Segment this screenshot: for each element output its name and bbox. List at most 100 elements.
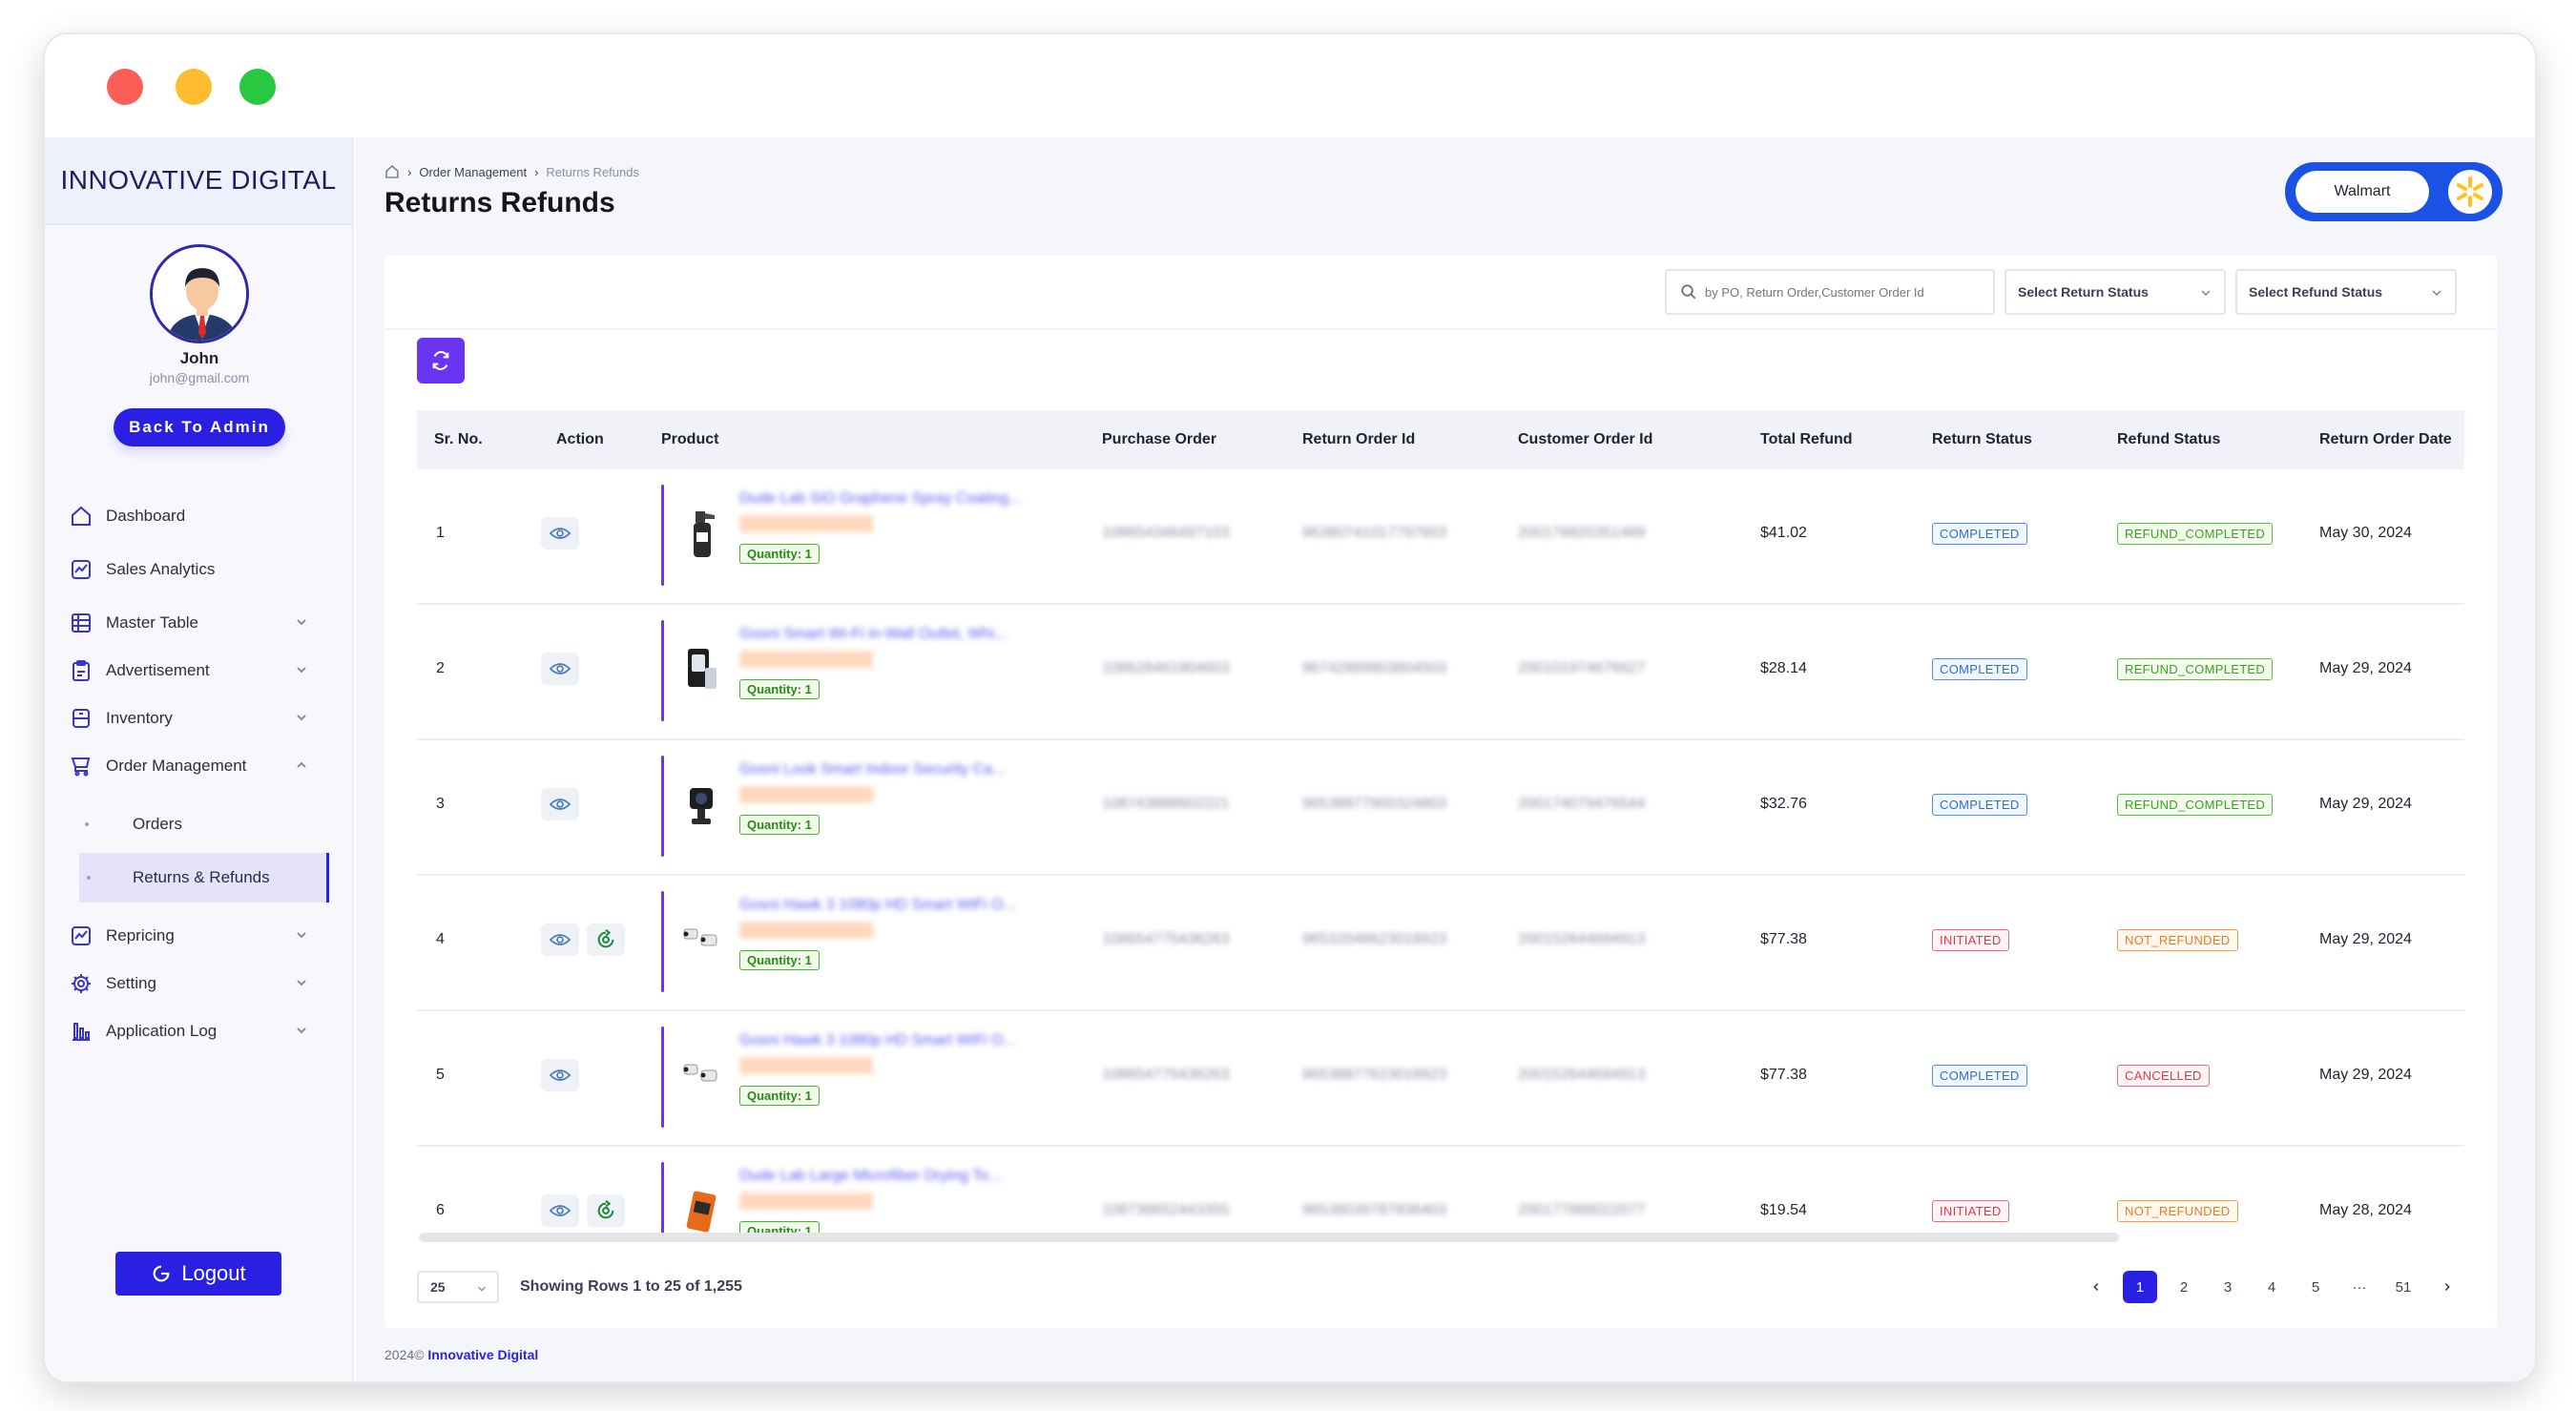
- eye-icon: [550, 797, 571, 812]
- app-window: INNOVATIVE DIGITAL John john@gmail.com B…: [45, 34, 2535, 1381]
- view-button[interactable]: [541, 653, 579, 685]
- return-status-select[interactable]: Select Return Status: [2005, 269, 2226, 315]
- sidebar-item-sales-analytics[interactable]: Sales Analytics: [45, 546, 354, 593]
- search-field[interactable]: [1665, 269, 1995, 315]
- column-header[interactable]: Total Refund: [1760, 431, 1853, 448]
- avatar: [150, 244, 249, 343]
- cell-return-order-date: May 29, 2024: [2319, 931, 2412, 947]
- page-button[interactable]: 4: [2254, 1271, 2289, 1303]
- cell-sr-no: 3: [436, 796, 445, 812]
- page-button[interactable]: 3: [2211, 1271, 2245, 1303]
- cell-return-order-date: May 29, 2024: [2319, 660, 2412, 676]
- walmart-spark-icon: [2448, 170, 2492, 214]
- product-title[interactable]: Gosni Hawk 3 1080p HD Smart WiFi O...: [739, 1032, 1016, 1049]
- product-accent-bar: [661, 620, 664, 721]
- sidebar-item-dashboard[interactable]: Dashboard: [45, 492, 354, 540]
- column-header[interactable]: Return Order Id: [1302, 431, 1415, 448]
- table-row: 1 Dude Lab SiO Graphene Spray Coating... Q…: [417, 469, 2464, 605]
- copyright-company[interactable]: Innovative Digital: [427, 1347, 538, 1362]
- product-title[interactable]: Gosni Hawk 3 1080p HD Smart WiFi O...: [739, 897, 1016, 914]
- table-row: 4 Gosni Hawk 3 1080p HD Smart WiFi O... Qu…: [417, 876, 2464, 1011]
- sidebar-item-application-log[interactable]: Application Log: [45, 1007, 354, 1055]
- minimize-window-button[interactable]: [176, 69, 212, 105]
- sidebar-item-label: Repricing: [106, 926, 175, 944]
- page-button[interactable]: 51: [2386, 1271, 2420, 1303]
- refresh-button[interactable]: [417, 338, 465, 384]
- product-title[interactable]: Gosni Smart Wi-Fi in-Wall Outlet, Whi...: [739, 626, 1007, 643]
- box-icon: [68, 705, 94, 732]
- return-status-badge: COMPLETED: [1932, 794, 2027, 816]
- prev-page-button[interactable]: [2079, 1271, 2113, 1303]
- page-title: Returns Refunds: [384, 187, 615, 218]
- sidebar-subitem-returns-refunds[interactable]: Returns & Refunds: [79, 853, 329, 903]
- view-button[interactable]: [541, 1194, 579, 1227]
- refund-status-badge: REFUND_COMPLETED: [2117, 794, 2274, 816]
- next-page-button[interactable]: [2430, 1271, 2464, 1303]
- back-to-admin-button[interactable]: Back To Admin: [114, 408, 285, 446]
- view-button[interactable]: [541, 517, 579, 550]
- sidebar-subitem-orders[interactable]: Orders: [45, 799, 354, 849]
- process-refund-button[interactable]: [587, 923, 625, 956]
- page-button[interactable]: 2: [2167, 1271, 2201, 1303]
- product-title[interactable]: Dude Lab SiO Graphene Spray Coating...: [739, 490, 1021, 508]
- sidebar-item-repricing[interactable]: Repricing: [45, 912, 354, 960]
- rows-per-page-select[interactable]: 25: [417, 1271, 499, 1303]
- horizontal-scrollbar[interactable]: [419, 1233, 2119, 1242]
- sidebar-item-setting[interactable]: Setting: [45, 960, 354, 1007]
- column-header[interactable]: Action: [556, 431, 604, 448]
- column-header[interactable]: Customer Order Id: [1518, 431, 1652, 448]
- column-header[interactable]: Return Order Date: [2319, 431, 2452, 448]
- divider: [384, 328, 2497, 330]
- column-header[interactable]: Return Status: [1932, 431, 2032, 448]
- column-header[interactable]: Refund Status: [2117, 431, 2220, 448]
- view-button[interactable]: [541, 1059, 579, 1091]
- breadcrumb-item[interactable]: Order Management: [419, 165, 527, 179]
- cell-purchase-order: 108743888602221: [1102, 796, 1230, 812]
- view-button[interactable]: [541, 923, 579, 956]
- search-input[interactable]: [1705, 284, 1972, 300]
- copyright: 2024© Innovative Digital: [384, 1347, 538, 1362]
- page-button[interactable]: 5: [2298, 1271, 2333, 1303]
- close-window-button[interactable]: [107, 69, 143, 105]
- product-title[interactable]: Gosni Look Smart Indoor Security Ca...: [739, 761, 1005, 778]
- column-header[interactable]: Sr. No.: [434, 431, 483, 448]
- logo-area: INNOVATIVE DIGITAL: [45, 137, 352, 225]
- search-icon: [1681, 284, 1696, 300]
- chevron-down-icon: [297, 1027, 306, 1034]
- eye-icon: [550, 1068, 571, 1083]
- cell-purchase-order: 108738652443355: [1102, 1202, 1230, 1218]
- breadcrumb: › Order Management › Returns Refunds: [384, 164, 639, 179]
- cell-customer-order-id: 200152644694913: [1518, 1067, 1646, 1083]
- sidebar-item-label: Application Log: [106, 1022, 218, 1040]
- page-button[interactable]: 1: [2123, 1271, 2157, 1303]
- cart-icon: [68, 753, 94, 779]
- home-icon: [68, 503, 94, 529]
- quantity-badge: Quantity: 1: [739, 950, 820, 970]
- clipboard-icon: [68, 657, 94, 684]
- product-accent-bar: [661, 1162, 664, 1236]
- column-header[interactable]: Purchase Order: [1102, 431, 1216, 448]
- cell-sr-no: 1: [436, 525, 445, 541]
- copyright-year: 2024©: [384, 1347, 425, 1362]
- sidebar-item-order-management[interactable]: Order Management: [45, 742, 354, 790]
- refresh-circle-icon: [595, 1200, 616, 1221]
- store-selector[interactable]: Walmart: [2285, 162, 2503, 221]
- home-icon[interactable]: [384, 164, 400, 179]
- return-status-badge: COMPLETED: [1932, 658, 2027, 680]
- refund-status-select[interactable]: Select Refund Status: [2235, 269, 2457, 315]
- maximize-window-button[interactable]: [239, 69, 276, 105]
- sidebar-item-master-table[interactable]: Master Table: [45, 599, 354, 647]
- return-status-badge: INITIATED: [1932, 1200, 2009, 1222]
- sidebar-item-inventory[interactable]: Inventory: [45, 695, 354, 742]
- cell-return-order-date: May 29, 2024: [2319, 1067, 2412, 1083]
- view-button[interactable]: [541, 788, 579, 820]
- quantity-badge: Quantity: 1: [739, 1086, 820, 1106]
- process-refund-button[interactable]: [587, 1194, 625, 1227]
- return-status-badge: COMPLETED: [1932, 523, 2027, 545]
- bars-icon: [68, 1018, 94, 1045]
- refund-status-badge: NOT_REFUNDED: [2117, 1200, 2238, 1222]
- sidebar-item-advertisement[interactable]: Advertisement: [45, 647, 354, 695]
- logout-button[interactable]: Logout: [115, 1252, 281, 1296]
- column-header[interactable]: Product: [661, 431, 718, 448]
- product-title[interactable]: Dude Lab Large Microfiber Drying To...: [739, 1168, 1002, 1185]
